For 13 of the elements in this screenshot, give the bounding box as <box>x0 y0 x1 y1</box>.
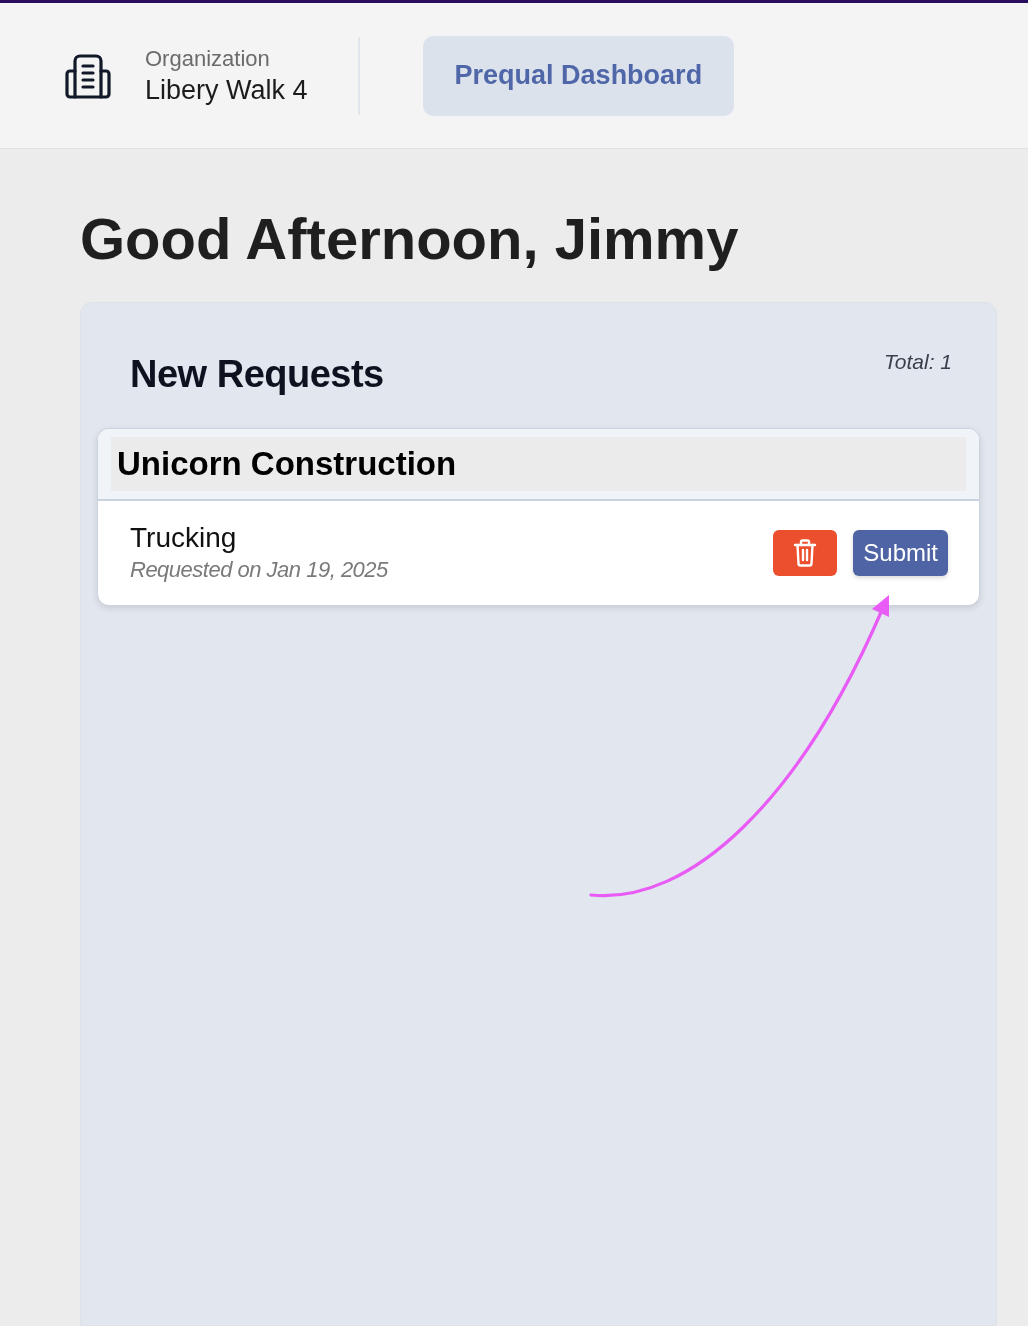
organization-name: Libery Walk 4 <box>145 73 308 107</box>
greeting-heading: Good Afternoon, Jimmy <box>80 205 740 273</box>
delete-button[interactable] <box>773 530 838 576</box>
submit-button[interactable]: Submit <box>853 530 948 576</box>
request-date: Requested on Jan 19, 2025 <box>130 556 388 584</box>
panel-title: New Requests <box>130 352 384 397</box>
company-name: Unicorn Construction <box>111 437 966 491</box>
total-count: Total: 1 <box>883 349 952 375</box>
prequal-dashboard-button[interactable]: Prequal Dashboard <box>422 35 735 116</box>
trash-icon <box>793 539 818 567</box>
building-icon <box>65 52 111 99</box>
organization-label: Organization <box>145 44 271 73</box>
service-name: Trucking <box>130 521 238 555</box>
